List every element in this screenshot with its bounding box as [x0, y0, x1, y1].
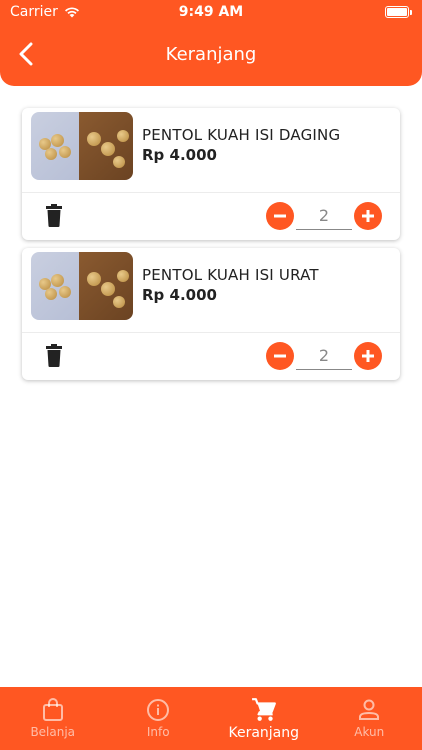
bottom-navigation: Belanja Info Keranjang Akun	[0, 687, 422, 750]
plus-icon	[362, 350, 374, 362]
delete-button[interactable]	[44, 204, 64, 228]
trash-icon	[46, 204, 62, 227]
back-button[interactable]	[10, 38, 42, 70]
quantity-input[interactable]	[296, 342, 352, 370]
product-price: Rp 4.000	[142, 286, 217, 304]
battery-icon	[385, 6, 412, 18]
increase-quantity-button[interactable]	[354, 342, 382, 370]
decrease-quantity-button[interactable]	[266, 202, 294, 230]
quantity-input[interactable]	[296, 202, 352, 230]
cart-item: PENTOL KUAH ISI DAGING Rp 4.000	[22, 108, 400, 240]
nav-label: Keranjang	[228, 725, 300, 741]
minus-icon	[274, 214, 286, 218]
product-name: PENTOL KUAH ISI DAGING	[142, 126, 341, 144]
nav-item-keranjang[interactable]: Keranjang	[211, 687, 317, 750]
divider	[22, 192, 400, 193]
product-name: PENTOL KUAH ISI URAT	[142, 266, 319, 284]
product-image	[31, 252, 133, 320]
wifi-icon	[64, 7, 79, 18]
app-header: Carrier 9:49 AM Keranjang	[0, 0, 422, 86]
increase-quantity-button[interactable]	[354, 202, 382, 230]
divider	[22, 332, 400, 333]
nav-label: Info	[146, 725, 170, 739]
cart-item: PENTOL KUAH ISI URAT Rp 4.000	[22, 248, 400, 380]
nav-label: Belanja	[30, 725, 76, 739]
product-price: Rp 4.000	[142, 146, 217, 164]
info-icon	[147, 699, 170, 721]
plus-icon	[362, 210, 374, 222]
trash-icon	[46, 344, 62, 367]
delete-button[interactable]	[44, 344, 64, 368]
title-bar: Keranjang	[0, 24, 422, 84]
back-arrow-icon	[19, 42, 33, 66]
status-bar: Carrier 9:49 AM	[0, 0, 422, 24]
page-title: Keranjang	[165, 43, 257, 65]
shopping-bag-icon	[42, 698, 63, 721]
decrease-quantity-button[interactable]	[266, 342, 294, 370]
person-icon	[359, 699, 380, 720]
status-time: 9:49 AM	[178, 4, 244, 20]
nav-item-akun[interactable]: Akun	[317, 687, 422, 750]
minus-icon	[274, 354, 286, 358]
cart-icon	[251, 698, 276, 721]
carrier-group: Carrier	[10, 4, 80, 20]
nav-item-belanja[interactable]: Belanja	[0, 687, 106, 750]
nav-label: Akun	[354, 725, 385, 739]
nav-item-info[interactable]: Info	[106, 687, 212, 750]
product-image	[31, 112, 133, 180]
carrier-label: Carrier	[10, 4, 58, 20]
